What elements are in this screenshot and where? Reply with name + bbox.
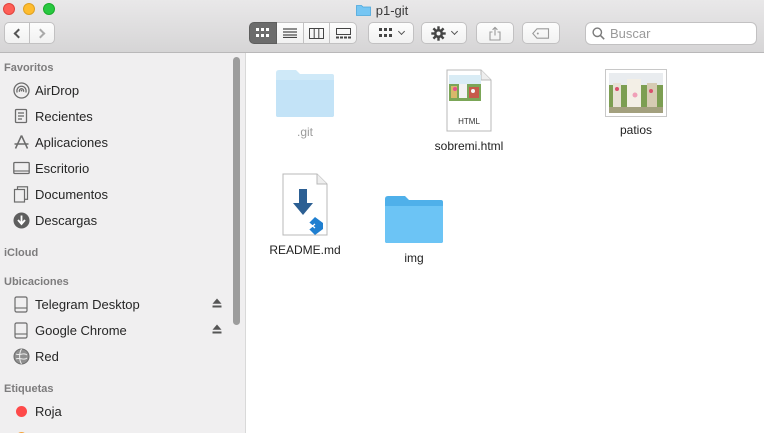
action-menu-button[interactable] xyxy=(421,22,467,44)
documents-icon xyxy=(12,185,30,203)
chevron-down-icon xyxy=(397,27,405,36)
sidebar-item-label: AirDrop xyxy=(35,82,80,98)
chevron-down-icon xyxy=(450,27,459,36)
window-title-text: p1-git xyxy=(375,2,409,18)
desktop-icon xyxy=(12,159,30,177)
sidebar-item-recientes[interactable]: Recientes xyxy=(12,105,232,127)
sidebar-item-label: Descargas xyxy=(35,212,98,228)
tag-dot-icon xyxy=(12,402,30,420)
toolbar: p1-git xyxy=(0,0,764,53)
file-item-git[interactable]: .git xyxy=(270,67,340,139)
file-name: img xyxy=(404,251,424,265)
sidebar-scrollbar[interactable] xyxy=(233,57,240,325)
sidebar-section-icloud[interactable]: iCloud xyxy=(4,247,38,259)
sidebar-item-label: Escritorio xyxy=(35,160,90,176)
recents-icon xyxy=(12,107,30,125)
list-icon xyxy=(282,28,297,38)
icon-view-button[interactable] xyxy=(249,22,277,44)
file-name: .git xyxy=(296,125,313,139)
icon-grid-icon xyxy=(255,28,269,37)
sidebar-item-airdrop[interactable]: AirDrop xyxy=(12,79,232,101)
sidebar-section-locations: Ubicaciones xyxy=(4,276,69,288)
applications-icon xyxy=(12,133,30,151)
file-item-img[interactable]: img xyxy=(383,193,445,265)
grid-icon xyxy=(378,28,392,37)
finder-window: p1-git Buscar Favoritos AirDrop Reciente… xyxy=(0,0,764,433)
file-item-readme-md[interactable]: README.md xyxy=(266,173,344,257)
sidebar-section-favorites: Favoritos xyxy=(4,62,54,74)
tag-dot-icon xyxy=(12,428,30,433)
gallery-view-button[interactable] xyxy=(330,22,357,44)
sidebar-item-label: Telegram Desktop xyxy=(35,296,140,312)
folder-icon xyxy=(355,5,371,16)
markdown-document-icon xyxy=(282,173,328,236)
sidebar-item-google-chrome[interactable]: Google Chrome xyxy=(12,319,232,341)
sidebar-item-telegram-desktop[interactable]: Telegram Desktop xyxy=(12,293,232,315)
share-icon xyxy=(489,26,501,41)
file-name: sobremi.html xyxy=(434,139,504,153)
chevron-left-icon xyxy=(13,28,24,38)
sidebar-item-red[interactable]: Red xyxy=(12,345,232,367)
file-name: README.md xyxy=(269,243,341,257)
sidebar-item-tag-roja[interactable]: Roja xyxy=(12,400,232,422)
sidebar-item-label: Roja xyxy=(35,403,62,419)
sidebar-item-label: Red xyxy=(35,348,59,364)
file-browser: .git HTML sobremi.html patios README.md … xyxy=(246,53,764,433)
tags-button[interactable] xyxy=(522,22,560,44)
group-by-button[interactable] xyxy=(368,22,414,44)
column-view-button[interactable] xyxy=(303,22,331,44)
share-button[interactable] xyxy=(476,22,514,44)
sidebar-item-label: Recientes xyxy=(35,108,93,124)
disk-icon xyxy=(12,321,30,339)
file-item-patios[interactable]: patios xyxy=(597,69,675,137)
sidebar: Favoritos AirDrop Recientes Aplicaciones… xyxy=(0,53,246,433)
eject-icon[interactable] xyxy=(212,298,222,308)
list-view-button[interactable] xyxy=(276,22,304,44)
network-icon xyxy=(12,347,30,365)
tag-icon xyxy=(532,27,550,39)
search-icon xyxy=(592,27,605,40)
search-field[interactable] xyxy=(585,22,757,45)
file-badge: HTML xyxy=(458,117,480,126)
downloads-icon xyxy=(12,211,30,229)
eject-icon[interactable] xyxy=(212,324,222,334)
folder-icon xyxy=(385,196,443,243)
sidebar-item-label: Aplicaciones xyxy=(35,134,108,150)
folder-icon xyxy=(276,70,334,117)
sidebar-item-documentos[interactable]: Documentos xyxy=(12,183,232,205)
forward-button[interactable] xyxy=(29,22,55,44)
sidebar-item-escritorio[interactable]: Escritorio xyxy=(12,157,232,179)
sidebar-section-tags: Etiquetas xyxy=(4,383,54,395)
sidebar-item-descargas[interactable]: Descargas xyxy=(12,209,232,231)
columns-icon xyxy=(308,27,324,39)
view-mode-selector xyxy=(249,22,357,44)
airdrop-icon xyxy=(12,81,30,99)
sidebar-item-aplicaciones[interactable]: Aplicaciones xyxy=(12,131,232,153)
sidebar-item-label: Documentos xyxy=(35,186,108,202)
sidebar-item-tag-cutoff[interactable] xyxy=(12,426,232,433)
gallery-icon xyxy=(335,27,351,38)
image-thumbnail-icon xyxy=(605,69,667,117)
sidebar-item-label: Google Chrome xyxy=(35,322,127,338)
search-input[interactable] xyxy=(610,26,750,41)
gear-icon xyxy=(431,25,446,41)
window-title: p1-git xyxy=(0,1,764,19)
file-name: patios xyxy=(619,123,653,137)
disk-icon xyxy=(12,295,30,313)
file-item-sobremi-html[interactable]: HTML sobremi.html xyxy=(429,69,509,153)
chevron-right-icon xyxy=(35,28,46,38)
back-button[interactable] xyxy=(4,22,30,44)
